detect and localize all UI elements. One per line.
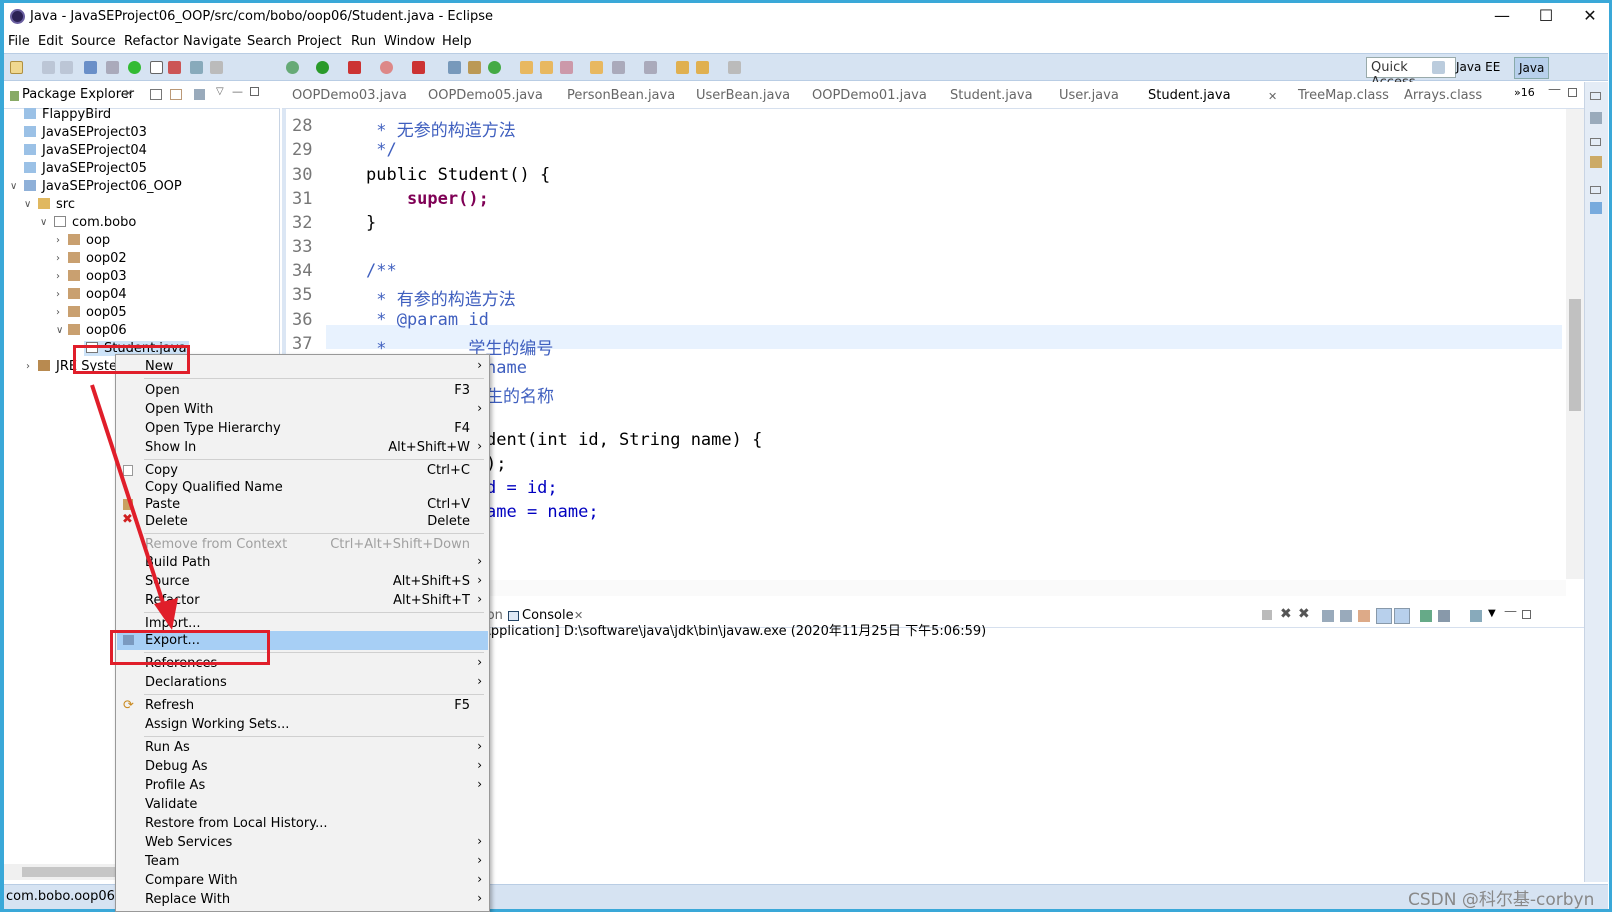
arrow-line: [90, 384, 168, 613]
annotation-arrow: [90, 384, 178, 630]
arrow-head: [154, 598, 178, 630]
